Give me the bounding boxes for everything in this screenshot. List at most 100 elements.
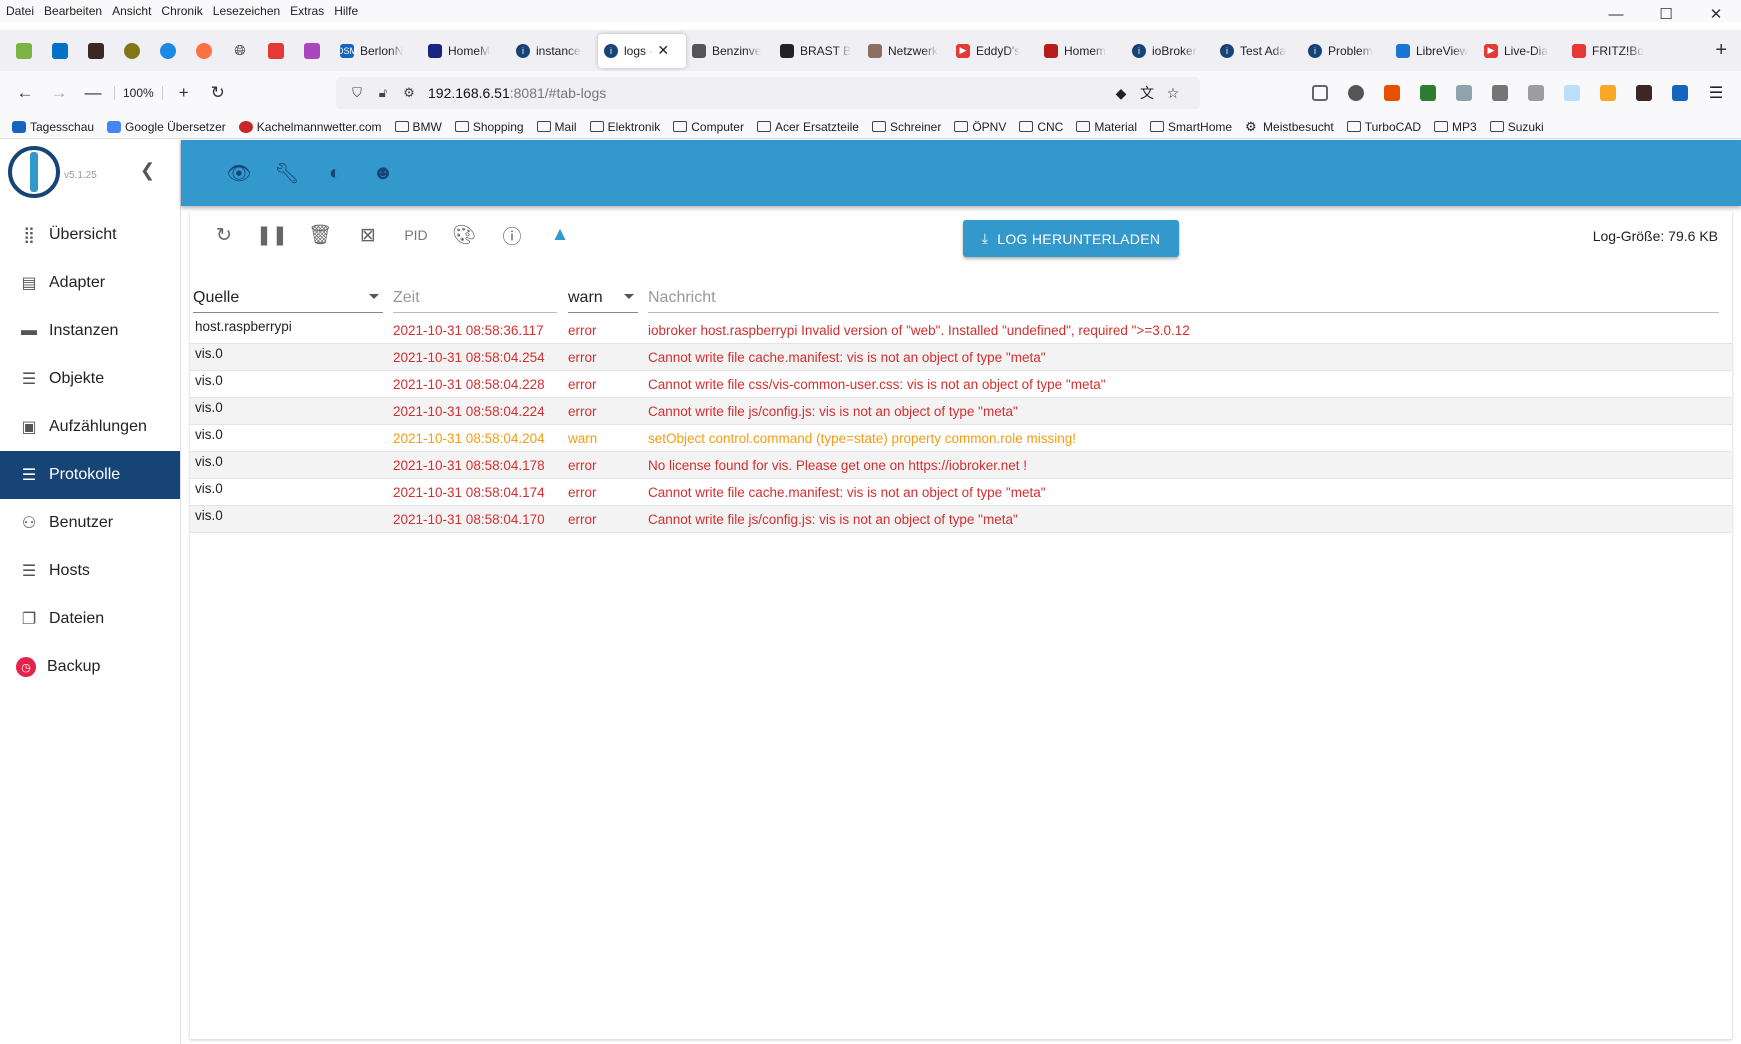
bookmark-folder[interactable]: Mail — [536, 120, 577, 134]
browser-tab[interactable]: i Problem — [1302, 34, 1390, 68]
bookmark-folder[interactable]: ÖPNV — [954, 120, 1006, 134]
browser-tab[interactable]: LibreView — [1390, 34, 1478, 68]
severity-filter-select[interactable]: warn — [568, 283, 638, 313]
extension-icon[interactable]: ◆ — [1108, 85, 1134, 102]
table-row[interactable]: vis.0 2021-10-31 08:58:04.254 error Cannot … — [190, 344, 1732, 371]
sidebar-item-protokolle[interactable]: ☰ Protokolle — [0, 451, 180, 499]
bookmark-star-icon[interactable]: ☆ — [1160, 85, 1186, 102]
orange-extension-icon[interactable] — [1594, 79, 1622, 107]
sidebar-item-instanzen[interactable]: ▬ Instanzen — [0, 307, 180, 355]
pause-icon[interactable]: ❚❚ — [248, 224, 296, 247]
bookmark-folder[interactable]: Schreiner — [871, 120, 941, 134]
sidebar-item-benutzer[interactable]: ⚇ Benutzer — [0, 499, 180, 547]
browser-tab[interactable]: FRITZ!Bo — [1566, 34, 1654, 68]
bookmark-folder[interactable]: ⚙ Meistbesucht — [1245, 120, 1334, 134]
zoom-out-icon[interactable]: — — [76, 83, 110, 103]
bookmark-folder[interactable]: Suzuki — [1489, 120, 1544, 134]
bookmark-item[interactable]: Google Übersetzer — [107, 120, 226, 134]
refresh-icon[interactable]: ↻ — [200, 224, 248, 247]
reader-icon[interactable] — [1558, 79, 1586, 107]
sidebar-item-backup[interactable]: ◷ Backup — [0, 643, 180, 691]
bookmark-folder[interactable]: Elektronik — [589, 120, 660, 134]
new-tab-icon[interactable]: + — [1715, 39, 1727, 62]
bookmark-folder[interactable]: TurboCAD — [1346, 120, 1421, 134]
iobroker-logo-icon[interactable] — [8, 146, 60, 198]
zoom-in-icon[interactable]: + — [167, 83, 201, 103]
browser-tab[interactable]: Homem — [1038, 34, 1126, 68]
reload-icon[interactable]: ↻ — [201, 83, 235, 103]
menu-ansicht[interactable]: Ansicht — [107, 4, 156, 18]
pinned-tab-6[interactable] — [190, 37, 218, 65]
bookmark-folder[interactable]: CNC — [1019, 120, 1063, 134]
translate-extension-icon[interactable] — [1666, 79, 1694, 107]
browser-tab[interactable]: Netzwerk — [862, 34, 950, 68]
table-row[interactable]: host.raspberrypi 2021-10-31 08:58:36.117 e… — [190, 317, 1732, 344]
minimize-icon[interactable]: — — [1591, 0, 1641, 30]
bookmark-folder[interactable]: Acer Ersatzteile — [756, 120, 859, 134]
browser-tab[interactable]: HomeM — [422, 34, 510, 68]
browser-tab[interactable]: i instance — [510, 34, 598, 68]
pinned-tab-3[interactable] — [82, 37, 110, 65]
pinned-tab-8[interactable] — [262, 37, 290, 65]
translate-icon[interactable]: 文 — [1134, 83, 1160, 103]
table-row[interactable]: vis.0 2021-10-31 08:58:04.224 error Cannot … — [190, 398, 1732, 425]
sidebar-item-uebersicht[interactable]: ⣿ Übersicht — [0, 211, 180, 259]
zoom-level[interactable]: 100% — [114, 86, 163, 100]
maximize-icon[interactable]: ☐ — [1641, 0, 1691, 30]
table-row[interactable]: vis.0 2021-10-31 08:58:04.174 error Cannot … — [190, 479, 1732, 506]
b-extension-icon[interactable] — [1342, 79, 1370, 107]
bookmark-item[interactable]: Kachelmannwetter.com — [238, 120, 382, 134]
pinned-tab-9[interactable] — [298, 37, 326, 65]
pocket-icon[interactable] — [1306, 79, 1334, 107]
weather-extension-icon[interactable] — [1450, 79, 1478, 107]
bookmark-folder[interactable]: Shopping — [454, 120, 524, 134]
message-filter-input[interactable]: Nachricht — [648, 283, 1719, 313]
download-log-button[interactable]: ⤓ LOG HERUNTERLADEN — [963, 220, 1179, 257]
browser-tab[interactable]: i ioBroker — [1126, 34, 1214, 68]
source-filter-select[interactable]: Quelle — [193, 283, 383, 313]
menu-bearbeiten[interactable]: Bearbeiten — [39, 4, 107, 18]
browser-tab[interactable]: i Test Ada — [1214, 34, 1302, 68]
v-extension-icon[interactable] — [1378, 79, 1406, 107]
palette-icon[interactable]: 🎨︎ — [440, 223, 488, 247]
bookmark-folder[interactable]: BMW — [394, 120, 442, 134]
theme-brightness-icon[interactable]: ◐ — [311, 162, 359, 185]
error-circle-icon[interactable]: ⓘ — [488, 222, 536, 249]
browser-tab[interactable]: Benzinve — [686, 34, 774, 68]
chevron-left-icon[interactable]: ❮ — [140, 160, 155, 181]
green-extension-icon[interactable] — [1414, 79, 1442, 107]
warning-triangle-icon[interactable]: ▲ — [536, 224, 584, 246]
permissions-icon[interactable]: ⚙ — [396, 85, 422, 101]
shield-icon[interactable]: ⛉ — [344, 85, 370, 101]
bookmark-folder[interactable]: SmartHome — [1150, 120, 1232, 134]
browser-tab[interactable]: ▶ Live-Dia — [1478, 34, 1566, 68]
pinned-tab-7[interactable]: 🌐︎ — [226, 37, 254, 65]
insecure-lock-icon[interactable]: 🔓︎ — [370, 85, 396, 101]
browser-tab[interactable]: BRAST B — [774, 34, 862, 68]
grid-extension-icon[interactable] — [1486, 79, 1514, 107]
fb-extension-icon[interactable] — [1630, 79, 1658, 107]
pinned-tab-4[interactable] — [118, 37, 146, 65]
bookmark-folder[interactable]: MP3 — [1434, 120, 1477, 134]
table-row[interactable]: vis.0 2021-10-31 08:58:04.228 error Cannot … — [190, 371, 1732, 398]
close-tab-icon[interactable]: ✕ — [657, 42, 669, 59]
sidebar-item-objekte[interactable]: ☰ Objekte — [0, 355, 180, 403]
menu-lesezeichen[interactable]: Lesezeichen — [208, 4, 285, 18]
bookmark-folder[interactable]: Material — [1076, 120, 1137, 134]
wrench-icon[interactable]: 🔧︎ — [263, 161, 311, 186]
time-filter-input[interactable]: Zeit — [393, 283, 557, 313]
pinned-tab-2[interactable] — [46, 37, 74, 65]
delete-icon[interactable]: 🗑︎ — [296, 223, 344, 247]
browser-tab[interactable]: DSM BerlonN — [334, 34, 422, 68]
pinned-tab-5[interactable] — [154, 37, 182, 65]
library-icon[interactable] — [1522, 79, 1550, 107]
back-arrow-icon[interactable]: ← — [8, 83, 42, 103]
table-row[interactable]: vis.0 2021-10-31 08:58:04.204 warn setObjec… — [190, 425, 1732, 452]
delete-all-icon[interactable]: ⊠ — [344, 224, 392, 247]
forward-arrow-icon[interactable]: → — [42, 83, 76, 103]
pinned-tab-1[interactable] — [10, 37, 38, 65]
url-bar[interactable]: ⛉ 🔓︎ ⚙ 192.168.6.51:8081/#tab-logs ◆ 文 ☆ — [336, 77, 1200, 109]
hamburger-menu-icon[interactable]: ☰ — [1702, 79, 1730, 107]
sidebar-item-dateien[interactable]: ❐ Dateien — [0, 595, 180, 643]
menu-hilfe[interactable]: Hilfe — [329, 4, 363, 18]
